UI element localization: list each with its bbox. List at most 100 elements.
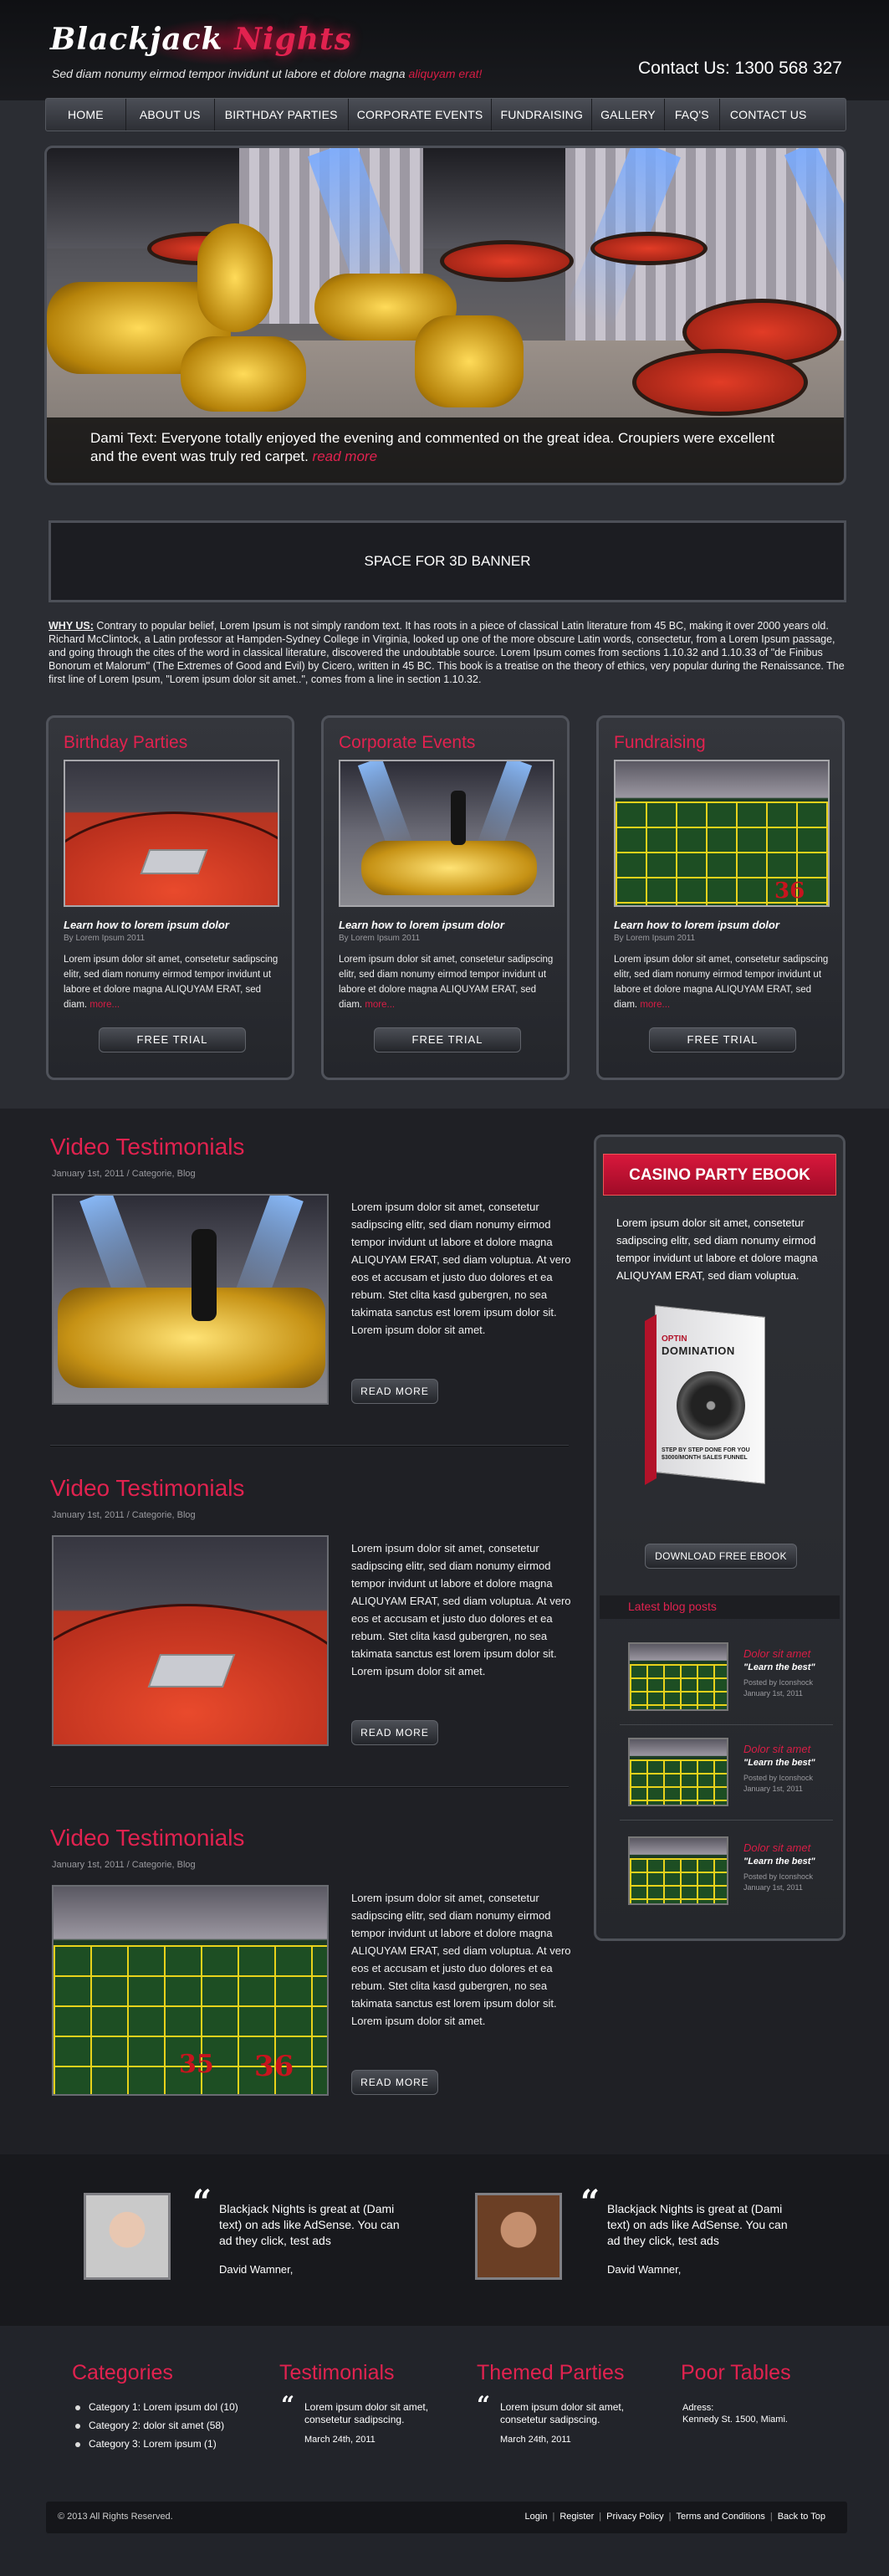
why-us-paragraph: WHY US: Contrary to popular belief, Lore…	[49, 619, 845, 686]
card-title[interactable]: Birthday Parties	[64, 733, 187, 753]
free-trial-button[interactable]: FREE TRIAL	[649, 1027, 796, 1052]
card-more-link[interactable]: more...	[89, 1000, 120, 1010]
gold-throne	[197, 223, 273, 332]
croupier	[192, 1229, 217, 1321]
footer-themed-date: March 24th, 2011	[500, 2435, 571, 2445]
nav-fundraising[interactable]: FUNDRAISING	[492, 99, 593, 131]
hero-slider[interactable]: Dami Text: Everyone totally enjoyed the …	[44, 146, 846, 485]
card-image[interactable]	[64, 760, 279, 907]
blog-post-quote: "Learn the best"	[743, 1758, 815, 1768]
blog-post-title[interactable]: Dolor sit amet	[743, 1841, 810, 1854]
hero-caption-text: Dami Text: Everyone totally enjoyed the …	[90, 430, 775, 464]
blog-post-thumb[interactable]	[628, 1642, 728, 1711]
category-label: Category 3: Lorem ipsum (1)	[89, 2438, 217, 2450]
blog-post-item[interactable]: Dolor sit amet "Learn the best" Posted b…	[628, 1836, 839, 1907]
footer-themed-text: Lorem ipsum dolor sit amet, consetetur s…	[500, 2401, 625, 2425]
blog-post-quote: "Learn the best"	[743, 1856, 815, 1867]
video-thumbnail[interactable]	[52, 1194, 329, 1405]
roulette-number: 36	[774, 878, 805, 904]
video-text: Lorem ipsum dolor sit amet, consetetur s…	[351, 1542, 571, 1677]
video-title[interactable]: Video Testimonials	[50, 1475, 244, 1502]
read-more-button[interactable]: READ MORE	[351, 1379, 438, 1404]
read-more-button[interactable]: READ MORE	[351, 2070, 438, 2095]
video-title[interactable]: Video Testimonials	[50, 1825, 244, 1851]
footer-link-privacy[interactable]: Privacy Policy	[606, 2512, 663, 2522]
video-text: Lorem ipsum dolor sit amet, consetetur s…	[351, 1892, 571, 2027]
blog-heading: Latest blog posts	[628, 1600, 717, 1613]
card-more-link[interactable]: more...	[640, 1000, 670, 1010]
blog-post-title[interactable]: Dolor sit amet	[743, 1743, 810, 1755]
video-thumbnail[interactable]: 36 35	[52, 1885, 329, 2096]
blog-post-item[interactable]: Dolor sit amet "Learn the best" Posted b…	[628, 1738, 839, 1808]
blog-separator	[620, 1724, 833, 1725]
nav-home[interactable]: HOME	[46, 99, 126, 131]
footer-testimonial-text: Lorem ipsum dolor sit amet, consetetur s…	[304, 2401, 429, 2425]
blog-post-thumb[interactable]	[628, 1836, 728, 1905]
roulette-layout	[630, 1759, 727, 1805]
footer-categories-title: Categories	[72, 2361, 173, 2384]
blog-separator	[620, 1820, 833, 1821]
gold-ottoman	[181, 336, 306, 412]
bullet-icon	[75, 2423, 80, 2429]
light-beam	[357, 761, 413, 853]
category-link[interactable]: Category 3: Lorem ipsum (1)	[75, 2438, 217, 2450]
blog-post-item[interactable]: Dolor sit amet "Learn the best" Posted b…	[628, 1642, 839, 1713]
link-separator: |	[599, 2512, 602, 2522]
footer-link-register[interactable]: Register	[559, 2512, 594, 2522]
card-text: Lorem ipsum dolor sit amet, consetetur s…	[64, 952, 283, 1012]
roulette-layout	[630, 1858, 727, 1903]
ebook-brand: DOMINATION	[662, 1344, 735, 1357]
footer-testimonials-title: Testimonials	[279, 2361, 395, 2384]
ebook-subtitle: STEP BY STEP DONE FOR YOU $3000/MONTH SA…	[662, 1447, 750, 1461]
nav-about[interactable]: ABOUT US	[126, 99, 215, 131]
footer-address: Kennedy St. 1500, Miami.	[682, 2415, 788, 2425]
nav-faq[interactable]: FAQ'S	[665, 99, 720, 131]
footer-link-terms[interactable]: Terms and Conditions	[676, 2512, 764, 2522]
site-footer: Categories Category 1: Lorem ipsum dol (…	[0, 2326, 889, 2576]
copyright-text: © 2013 All Rights Reserved.	[58, 2512, 173, 2522]
link-separator: |	[668, 2512, 672, 2522]
nav-corporate[interactable]: CORPORATE EVENTS	[349, 99, 493, 131]
service-card-fundraising: Fundraising 36 Learn how to lorem ipsum …	[596, 715, 845, 1080]
quote-icon: “	[477, 2391, 491, 2419]
card-title[interactable]: Corporate Events	[339, 733, 475, 753]
blog-post-date: January 1st, 2011	[743, 1785, 803, 1793]
ebook-brand-top: OPTIN	[662, 1334, 687, 1344]
site-logo[interactable]: Blackjack Nights	[50, 22, 352, 57]
footer-link-top[interactable]: Back to Top	[778, 2512, 825, 2522]
service-card-birthday: Birthday Parties Learn how to lorem ipsu…	[46, 715, 294, 1080]
card-byline: By Lorem Ipsum 2011	[614, 934, 696, 943]
nav-birthday[interactable]: BIRTHDAY PARTIES	[215, 99, 349, 131]
video-thumbnail[interactable]	[52, 1535, 329, 1746]
blog-post-quote: "Learn the best"	[743, 1662, 815, 1672]
section-divider	[50, 1445, 569, 1447]
hero-read-more[interactable]: read more	[313, 448, 377, 464]
tagline-accent: aliquyam erat!	[408, 67, 483, 80]
free-trial-button[interactable]: FREE TRIAL	[374, 1027, 521, 1052]
nav-gallery[interactable]: GALLERY	[592, 99, 665, 131]
why-us-label: WHY US:	[49, 620, 94, 632]
card-more-link[interactable]: more...	[365, 1000, 395, 1010]
category-link[interactable]: Category 2: dolor sit amet (58)	[75, 2420, 224, 2431]
card-title[interactable]: Fundraising	[614, 733, 706, 753]
footer-link-login[interactable]: Login	[525, 2512, 548, 2522]
card-image[interactable]: 36	[614, 760, 830, 907]
gold-sofa	[361, 841, 537, 895]
roulette-number: 35	[179, 2050, 214, 2079]
logo-accent: Nights	[234, 22, 352, 57]
video-text: Lorem ipsum dolor sit amet, consetetur s…	[351, 1201, 571, 1336]
card-image[interactable]	[339, 760, 554, 907]
read-more-button[interactable]: READ MORE	[351, 1720, 438, 1745]
gold-armchair	[415, 315, 524, 407]
ebook-cover[interactable]: OPTIN DOMINATION STEP BY STEP DONE FOR Y…	[645, 1305, 770, 1487]
quote-icon: “	[580, 2183, 600, 2222]
category-link[interactable]: Category 1: Lorem ipsum dol (10)	[75, 2401, 238, 2413]
blog-post-thumb[interactable]	[628, 1738, 728, 1806]
download-ebook-button[interactable]: DOWNLOAD FREE EBOOK	[645, 1544, 797, 1569]
nav-contact[interactable]: CONTACT US	[720, 99, 817, 131]
video-title[interactable]: Video Testimonials	[50, 1134, 244, 1160]
blog-post-title[interactable]: Dolor sit amet	[743, 1647, 810, 1660]
free-trial-button[interactable]: FREE TRIAL	[99, 1027, 246, 1052]
blog-post-author: Posted by Iconshock	[743, 1774, 814, 1782]
card-byline: By Lorem Ipsum 2011	[339, 934, 421, 943]
